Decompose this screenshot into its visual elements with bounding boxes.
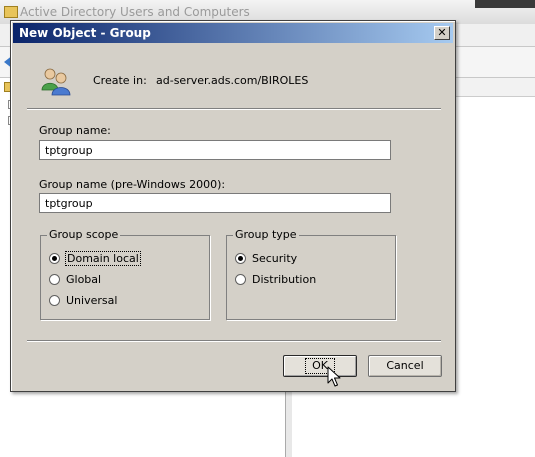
group-type-legend: Group type: [233, 228, 299, 241]
radio-label: Security: [252, 251, 298, 265]
group-type-box: Group type Security Distribution: [226, 228, 396, 320]
radio-universal[interactable]: Universal: [49, 292, 117, 308]
radio-selected-icon: [49, 252, 60, 264]
mouse-pointer-icon: [327, 366, 341, 387]
radio-selected-icon: [235, 252, 246, 264]
divider: [27, 340, 441, 342]
cancel-label: Cancel: [386, 359, 424, 372]
divider: [27, 108, 441, 110]
create-in-label: Create in:: [93, 74, 147, 87]
folder-icon: [4, 6, 18, 18]
radio-security[interactable]: Security: [235, 250, 297, 266]
radio-global[interactable]: Global: [49, 271, 101, 287]
radio-distribution[interactable]: Distribution: [235, 271, 316, 287]
radio-unselected-icon: [49, 294, 60, 306]
cancel-button[interactable]: Cancel: [368, 355, 442, 377]
close-button[interactable]: ✕: [434, 26, 450, 40]
radio-label: Universal: [66, 293, 118, 307]
group-name-label: Group name:: [39, 124, 111, 137]
dialog-title: New Object - Group: [19, 26, 151, 40]
dialog-titlebar[interactable]: New Object - Group ✕: [13, 23, 453, 43]
group-scope-legend: Group scope: [47, 228, 121, 241]
group-name-pre2000-input[interactable]: [39, 193, 391, 213]
new-object-group-dialog: New Object - Group ✕ Create in: ad-serve…: [10, 20, 456, 392]
group-users-icon: [41, 68, 71, 96]
group-scope-box: Group scope Domain local Global Universa…: [40, 228, 210, 320]
background-window-title: Active Directory Users and Computers: [20, 5, 250, 19]
group-name-input[interactable]: [39, 140, 391, 160]
radio-domain-local[interactable]: Domain local: [49, 250, 141, 266]
close-icon: ✕: [437, 26, 447, 39]
radio-unselected-icon: [235, 273, 246, 285]
ok-button[interactable]: OK: [283, 355, 357, 377]
radio-label: Global: [66, 272, 102, 286]
radio-label: Domain local: [65, 250, 141, 266]
radio-unselected-icon: [49, 273, 60, 285]
radio-label: Distribution: [252, 272, 317, 286]
create-in-path: ad-server.ads.com/BIROLES: [156, 74, 309, 87]
background-window-controls[interactable]: [475, 0, 535, 8]
group-name-pre2000-label: Group name (pre-Windows 2000):: [39, 178, 226, 191]
